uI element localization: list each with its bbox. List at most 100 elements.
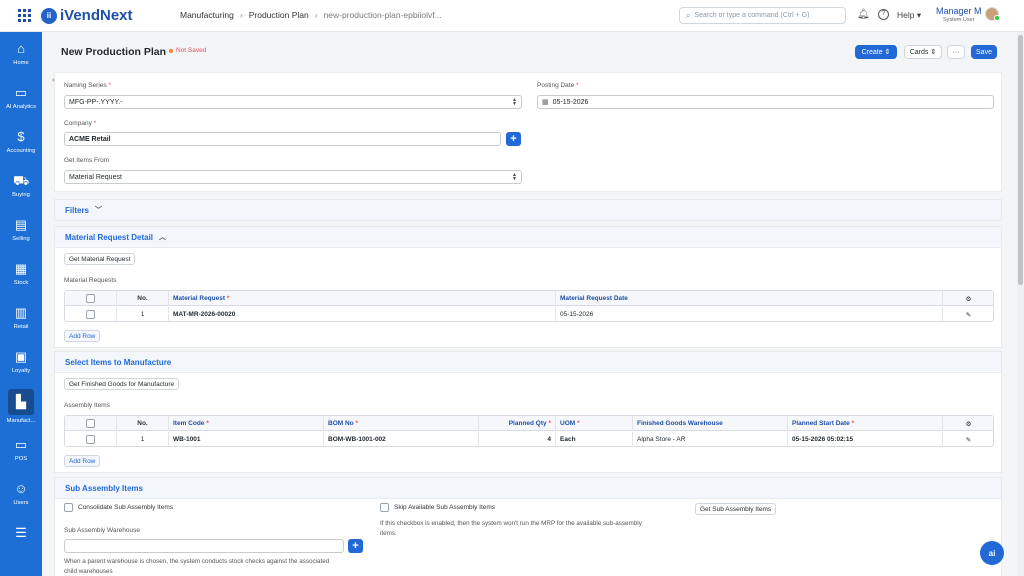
row-checkbox[interactable]: [86, 310, 95, 319]
get-items-select[interactable]: Material Request ▲ ▼: [64, 170, 522, 184]
select-all-checkbox[interactable]: [86, 294, 95, 303]
sidebar-item-label: Stock: [13, 280, 29, 286]
edit-icon[interactable]: ✎: [943, 432, 994, 447]
select-all-checkbox-cell[interactable]: [65, 291, 117, 306]
consolidate-checkbox-row[interactable]: Consolidate Sub Assembly Items: [64, 503, 173, 512]
search-input[interactable]: ⌕ Search or type a command (Ctrl + G): [679, 7, 846, 24]
create-button[interactable]: Create ⇕: [855, 45, 897, 59]
status-text: Not Saved: [176, 47, 207, 54]
items-section-toggle[interactable]: Select Items to Manufacture: [54, 351, 1002, 373]
cards-button[interactable]: Cards ⇕: [904, 45, 942, 59]
get-finished-goods-button[interactable]: Get Finished Goods for Manufacture: [64, 378, 180, 390]
naming-series-value: MFG-PP-.YYYY.-: [69, 98, 123, 106]
help-circle-icon[interactable]: ?: [878, 9, 889, 20]
naming-series-select[interactable]: MFG-PP-.YYYY.- ▲ ▼: [64, 95, 522, 109]
edit-icon[interactable]: ✎: [943, 307, 994, 322]
app-logo[interactable]: ii iVendNext: [41, 7, 133, 24]
material-requests-label: Material Requests: [64, 277, 117, 284]
sidebar-item-accounting[interactable]: $ Accounting: [0, 122, 42, 164]
monitor-icon: ▭: [14, 437, 28, 452]
row-material-request-date[interactable]: 05-15-2026: [556, 307, 943, 322]
add-row-button[interactable]: Add Row: [64, 455, 101, 467]
col-material-request-date: Material Request Date: [556, 291, 943, 306]
breadcrumb-manufacturing[interactable]: Manufacturing: [180, 10, 234, 20]
row-uom[interactable]: Each: [556, 432, 633, 447]
company-field[interactable]: ACME Retail: [64, 132, 501, 146]
scrollbar-thumb[interactable]: [1018, 35, 1023, 285]
skip-checkbox-row[interactable]: Skip Available Sub Assembly Items: [380, 503, 495, 512]
avatar[interactable]: [985, 7, 1000, 21]
save-label: Save: [976, 48, 992, 56]
sidebar-item-label: Buying: [12, 192, 30, 198]
mr-section-toggle[interactable]: Material Request Detail ︿: [54, 226, 1002, 248]
row-item-code[interactable]: WB-1001: [169, 432, 324, 447]
filters-section-toggle[interactable]: Filters ﹀: [54, 199, 1002, 221]
ai-label: ai: [988, 548, 996, 558]
sidebar-item-buying[interactable]: ⛟ Buying: [0, 166, 42, 208]
add-row-label: Add Row: [69, 332, 96, 340]
sidebar-item-label: Retail: [13, 324, 29, 330]
ai-assistant-button[interactable]: ai: [980, 541, 1004, 565]
sidebar-item-users[interactable]: ☺ Users: [0, 474, 42, 516]
add-company-button[interactable]: +: [506, 132, 521, 146]
company-value: ACME Retail: [69, 135, 111, 143]
row-checkbox-cell[interactable]: [65, 307, 117, 322]
add-warehouse-button[interactable]: +: [348, 539, 363, 553]
add-row-button[interactable]: Add Row: [64, 330, 101, 342]
skip-checkbox[interactable]: [380, 503, 389, 512]
search-placeholder: Search or type a command (Ctrl + G): [694, 12, 810, 19]
chevron-up-icon: ︿: [159, 234, 167, 241]
help-label: Help: [897, 10, 915, 20]
search-icon: ⌕: [686, 10, 691, 20]
breadcrumb-production-plan[interactable]: Production Plan: [249, 10, 309, 20]
bell-icon[interactable]: 🔔︎: [857, 9, 870, 20]
row-material-request[interactable]: MAT-MR-2026-00020: [169, 307, 556, 322]
row-warehouse[interactable]: Alpha Store - AR: [633, 432, 788, 447]
breadcrumb: Manufacturing › Production Plan › new-pr…: [180, 10, 442, 20]
sidebar-item-pos[interactable]: ▭ POS: [0, 430, 42, 472]
settings-icon[interactable]: ⚙: [943, 416, 994, 431]
page-title: New Production Plan: [61, 46, 167, 58]
help-menu[interactable]: Help ▾: [897, 10, 921, 21]
more-button[interactable]: ···: [947, 45, 965, 59]
consolidate-checkbox[interactable]: [64, 503, 73, 512]
sidebar-item-selling[interactable]: ▤ Selling: [0, 210, 42, 252]
settings-icon[interactable]: ⚙: [943, 291, 994, 306]
skip-help-text: If this checkbox is enabled, then the sy…: [380, 520, 642, 537]
row-planned-start-date[interactable]: 05-15-2026 05:02:15: [788, 432, 943, 447]
sidebar-item-ai-analytics[interactable]: ▭ AI Analytics: [0, 78, 42, 120]
sidebar-item-loyalty[interactable]: ▣ Loyalty: [0, 342, 42, 384]
row-planned-qty[interactable]: 4: [479, 432, 556, 447]
sidebar-item-home[interactable]: ⌂ Home: [0, 34, 42, 76]
row-checkbox-cell[interactable]: [65, 432, 117, 447]
assembly-items-table: No. Item Code * BOM No * Planned Qty * U…: [64, 415, 994, 447]
sidebar-item-stock[interactable]: ▦ Stock: [0, 254, 42, 296]
sidebar-item-manufact[interactable]: ▙ Manufact...: [0, 386, 42, 428]
posting-date-value: 05-15-2026: [552, 98, 589, 106]
get-sub-assembly-button[interactable]: Get Sub Assembly Items: [695, 503, 777, 515]
select-all-checkbox-cell[interactable]: [65, 416, 117, 431]
col-bom-no: BOM No *: [324, 416, 479, 431]
app-grid-icon[interactable]: [13, 5, 35, 27]
save-button[interactable]: Save: [971, 45, 997, 59]
sidebar: ⌂ Home ▭ AI Analytics $ Accounting ⛟ Buying ▤ Sel…: [0, 32, 42, 576]
select-all-checkbox[interactable]: [86, 419, 95, 428]
mr-section-title: Material Request Detail: [65, 232, 154, 242]
sidebar-item-settings[interactable]: ☰: [0, 518, 42, 560]
user-info[interactable]: Manager M System User: [936, 6, 982, 23]
sub-assembly-warehouse-field[interactable]: [64, 539, 344, 553]
posting-date-field[interactable]: ▦ 05-15-2026: [537, 95, 994, 109]
company-label: Company *: [64, 120, 97, 127]
user-role: System User: [943, 17, 975, 23]
add-row-label: Add Row: [69, 457, 96, 465]
posting-date-label: Posting Date *: [537, 82, 579, 89]
more-icon: ···: [952, 48, 960, 56]
home-icon: ⌂: [17, 41, 25, 56]
row-bom-no[interactable]: BOM-WB-1001-002: [324, 432, 479, 447]
sidebar-item-retail[interactable]: ▥ Retail: [0, 298, 42, 340]
sidebar-item-label: Users: [13, 500, 29, 506]
col-planned-qty: Planned Qty *: [479, 416, 556, 431]
row-checkbox[interactable]: [86, 435, 95, 444]
get-material-request-button[interactable]: Get Material Request: [64, 253, 136, 265]
sub-assembly-section-toggle[interactable]: Sub Assembly Items: [54, 477, 1002, 499]
